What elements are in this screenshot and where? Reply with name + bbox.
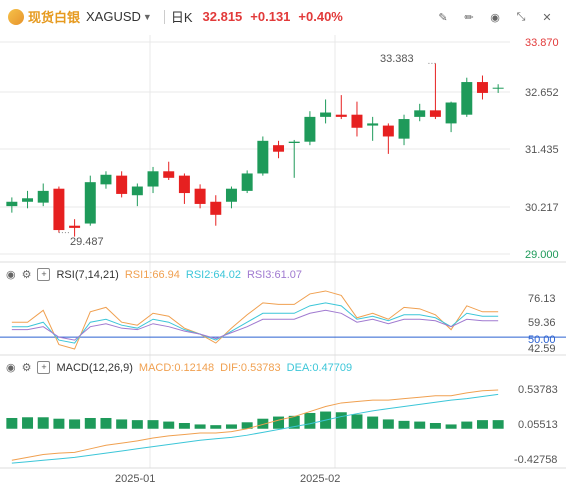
candle-body (398, 119, 410, 139)
macd-histogram-bar (273, 416, 285, 429)
macd-histogram-bar (476, 420, 488, 429)
macd-histogram-bar (492, 420, 504, 429)
rsi-axis-label: 42.59 (528, 343, 556, 355)
settings-icon[interactable]: ⚙ (22, 268, 32, 281)
candle-body (116, 175, 128, 194)
rsi-legend: ◉ ⚙ + RSI(7,14,21) RSI1:66.94 RSI2:64.02… (6, 268, 302, 281)
candle-body (69, 225, 81, 228)
candle-body (241, 173, 253, 191)
macd-histogram-bar (351, 414, 363, 429)
macd-histogram-bar (304, 412, 316, 429)
macd-histogram-bar (398, 420, 410, 429)
candle-body (414, 110, 426, 117)
rsi-title: RSI(7,14,21) (56, 268, 119, 281)
candle-body (382, 125, 394, 137)
macd-histogram-bar (445, 424, 457, 429)
low-price-label: 29.487 (70, 236, 104, 248)
macd-axis-label: 0.53783 (518, 384, 558, 396)
price-axis-label: 30.217 (525, 202, 559, 214)
candle-body (37, 190, 49, 203)
candle-body (178, 175, 190, 194)
rsi2-value: RSI2:64.02 (185, 268, 241, 281)
macd-title: MACD(12,26,9) (56, 361, 133, 374)
macd-histogram-bar (414, 421, 426, 429)
candle-body (84, 182, 96, 224)
x-axis-label: 2025-01 (115, 473, 155, 485)
candle-body (367, 123, 379, 126)
macd-value: MACD:0.12148 (138, 361, 215, 374)
expand-icon[interactable]: + (37, 361, 51, 374)
candle-body (53, 188, 65, 231)
candle-body (273, 145, 285, 152)
macd-histogram-bar (225, 424, 237, 429)
eye-icon[interactable]: ◉ (6, 361, 16, 374)
candle-body (461, 82, 473, 115)
candle-body (335, 114, 347, 117)
candle-body (6, 201, 18, 207)
settings-icon[interactable]: ⚙ (22, 361, 32, 374)
candle-body (100, 174, 112, 185)
macd-histogram-bar (367, 416, 379, 429)
macd-histogram-bar (6, 417, 18, 429)
candle-body (147, 171, 159, 187)
candle-body (194, 188, 206, 204)
macd-histogram-bar (335, 412, 347, 429)
candle-body (225, 188, 237, 202)
candle-body (445, 102, 457, 124)
macd-histogram-bar (37, 417, 49, 429)
candle-body (429, 110, 441, 117)
macd-histogram-bar (194, 424, 206, 429)
high-price-label: 33.383 (380, 53, 414, 65)
dea-value: DEA:0.47709 (286, 361, 353, 374)
price-axis-label: 33.870 (525, 37, 559, 49)
candle-body (492, 87, 504, 89)
macd-legend: ◉ ⚙ + MACD(12,26,9) MACD:0.12148 DIF:0.5… (6, 361, 352, 374)
rsi1-value: RSI1:66.94 (124, 268, 180, 281)
chart-canvas[interactable]: 33.870 32.652 31.435 30.217 29.000 33.38… (0, 0, 566, 489)
macd-histogram-bar (382, 419, 394, 429)
macd-histogram-bar (53, 418, 65, 429)
candle-body (476, 82, 488, 93)
eye-icon[interactable]: ◉ (6, 268, 16, 281)
macd-histogram-bar (147, 420, 159, 429)
macd-histogram-bar (131, 420, 143, 429)
macd-axis-label: -0.42758 (514, 454, 557, 466)
x-axis-label: 2025-02 (300, 473, 340, 485)
rsi-pane (0, 290, 566, 350)
gridlines (0, 35, 566, 469)
macd-histogram-bar (69, 419, 81, 429)
candle-body (257, 140, 269, 174)
candle-body (320, 112, 332, 117)
rsi-axis-label: 76.13 (528, 293, 556, 305)
candle-body (288, 141, 300, 143)
macd-histogram-bar (163, 421, 175, 429)
candle-body (304, 116, 316, 142)
candle-body (131, 186, 143, 196)
macd-histogram-bar (461, 421, 473, 429)
macd-pane (6, 389, 504, 464)
price-axis-label: 32.652 (525, 87, 559, 99)
macd-histogram-bar (84, 417, 96, 429)
dif-value: DIF:0.53783 (220, 361, 281, 374)
price-pane (6, 62, 504, 237)
price-axis-label: 29.000 (525, 249, 559, 261)
macd-histogram-bar (116, 419, 128, 429)
macd-histogram-bar (210, 425, 222, 429)
rsi3-value: RSI3:61.07 (246, 268, 302, 281)
macd-histogram-bar (100, 417, 112, 429)
candle-body (22, 198, 34, 202)
candle-body (163, 171, 175, 178)
rsi-axis-label: 59.36 (528, 317, 556, 329)
macd-histogram-bar (429, 423, 441, 429)
expand-icon[interactable]: + (37, 268, 51, 281)
candle-body (210, 201, 222, 215)
price-axis-label: 31.435 (525, 144, 559, 156)
candle-body (351, 114, 363, 128)
macd-histogram-bar (22, 417, 34, 429)
macd-histogram-bar (178, 423, 190, 429)
macd-axis-label: 0.05513 (518, 419, 558, 431)
